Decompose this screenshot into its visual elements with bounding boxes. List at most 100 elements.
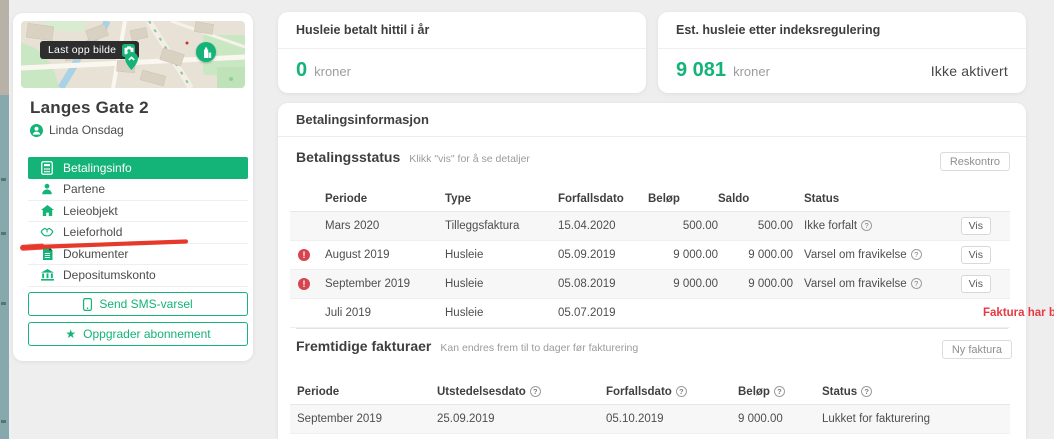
cell-belop: 500.00: [648, 211, 718, 240]
vis-button[interactable]: Vis: [961, 275, 991, 293]
help-icon[interactable]: ?: [911, 278, 922, 289]
status-text: Varsel om fravikelse: [804, 278, 907, 290]
reskontro-button[interactable]: Reskontro: [940, 152, 1010, 171]
index-status: Ikke aktivert: [931, 63, 1008, 79]
future-invoices-heading: Fremtidige fakturaer: [296, 338, 431, 354]
cell-utstedelsesdato: 25.09.2019: [437, 404, 606, 433]
sidebar-item-dokumenter[interactable]: Dokumenter: [28, 244, 248, 266]
future-invoices-hint: Kan endres frem til to dager før fakture…: [440, 342, 638, 354]
table-row: ! September 2019 Husleie 05.08.2019 9 00…: [290, 269, 1010, 298]
card-index-regulation: Est. husleie etter indeksregulering 9 08…: [658, 12, 1026, 93]
sidebar-item-label: Partene: [63, 182, 105, 196]
property-sidebar: Last opp bilde: [13, 13, 253, 361]
cell-saldo: 9 000.00: [718, 240, 793, 269]
sidebar-item-label: Betalingsinfo: [63, 161, 132, 175]
table-header-row: Periode Utstedelsesdato? Forfallsdato? B…: [290, 381, 1010, 404]
help-icon[interactable]: ?: [911, 249, 922, 260]
card-rent-paid: Husleie betalt hittil i år 0 kroner: [278, 12, 646, 93]
upgrade-label: Oppgrader abonnement: [83, 327, 210, 341]
handshake-icon: [40, 227, 54, 237]
sidebar-item-partene[interactable]: Partene: [28, 179, 248, 201]
sidebar-item-label: Leieforhold: [63, 225, 122, 239]
cell-forfallsdato: 05.10.2019: [606, 404, 738, 433]
upload-image-label: Last opp bilde: [48, 44, 116, 56]
sidebar-item-label: Dokumenter: [63, 247, 128, 261]
send-sms-button[interactable]: Send SMS-varsel: [28, 292, 248, 316]
table-row: September 2019 25.09.2019 05.10.2019 9 0…: [290, 404, 1010, 433]
col-utstedelsesdato: Utstedelsesdato?: [437, 381, 606, 404]
sidebar-item-leieobjekt[interactable]: Leieforhold Leieobjekt: [28, 201, 248, 223]
property-detail-page: Last opp bilde: [0, 0, 1054, 439]
table-row: ! August 2019 Husleie 05.09.2019 9 000.0…: [290, 240, 1010, 269]
sidebar-menu: Betalingsinfo Partene Leieforhold: [28, 157, 248, 287]
future-invoices-table: Periode Utstedelsesdato? Forfallsdato? B…: [290, 381, 1010, 439]
home-icon: [40, 205, 54, 216]
rent-paid-unit: kroner: [314, 64, 351, 79]
edge-mark: [1, 302, 6, 305]
cell-periode: Mars 2020: [325, 211, 445, 240]
payment-status-heading: Betalingsstatus: [296, 149, 400, 165]
map-pin-icon: [125, 52, 138, 70]
cell-belop: 9 000.00: [738, 433, 822, 439]
upgrade-subscription-button[interactable]: ★ Oppgrader abonnement: [28, 322, 248, 346]
col-forfallsdato: Forfallsdato: [558, 188, 648, 211]
payment-info-panel: Betalingsinformasjon Betalingsstatus Kli…: [278, 103, 1026, 439]
col-forfallsdato: Forfallsdato?: [606, 381, 738, 404]
payment-status-hint: Klikk "vis" for å se detaljer: [409, 153, 530, 165]
cell-periode: September 2019: [290, 404, 437, 433]
building-icon: [201, 47, 212, 58]
cell-forfallsdato: 05.09.2019: [558, 240, 648, 269]
col-type: Type: [445, 188, 558, 211]
vis-button[interactable]: Vis: [961, 246, 991, 264]
calculator-icon: [40, 161, 54, 175]
cell-utstedelsesdato: 26.10.2019: [437, 433, 606, 439]
phone-icon: [83, 298, 92, 311]
sidebar-item-depositumskonto[interactable]: Depositumskonto: [28, 265, 248, 287]
star-icon: ★: [65, 328, 76, 340]
cell-type: Husleie: [445, 240, 558, 269]
section-divider: [296, 328, 1008, 329]
cell-forfallsdato: 05.07.2019: [558, 298, 648, 327]
sidebar-item-betalingsinfo[interactable]: Betalingsinfo: [28, 157, 248, 179]
invoice-cancelled-text: Faktura har blitt kansellert.: [983, 307, 1054, 319]
help-icon[interactable]: ?: [774, 386, 785, 397]
index-unit: kroner: [733, 64, 770, 79]
table-header-row: Periode Type Forfallsdato Beløp Saldo St…: [290, 188, 1010, 211]
cell-saldo: 9 000.00: [718, 269, 793, 298]
help-icon[interactable]: ?: [861, 386, 872, 397]
cell-periode: September 2019: [325, 269, 445, 298]
col-status: Status: [793, 188, 940, 211]
warning-icon: !: [298, 278, 310, 290]
help-icon[interactable]: ?: [530, 386, 541, 397]
cell-belop: 9 000.00: [738, 404, 822, 433]
new-invoice-label: Ny faktura: [952, 344, 1002, 356]
new-invoice-button[interactable]: Ny faktura: [942, 340, 1012, 359]
status-text: Varsel om fravikelse: [804, 249, 907, 261]
col-periode: Periode: [325, 188, 445, 211]
page-title: Langes Gate 2: [30, 98, 149, 118]
vis-button[interactable]: Vis: [961, 217, 991, 235]
cell-type: Husleie: [445, 269, 558, 298]
col-status: Status?: [822, 381, 1010, 404]
warning-icon: !: [298, 249, 310, 261]
cell-status: Varsel om fravikelse?: [793, 269, 940, 298]
cell-status: Ikke forfalt?: [793, 211, 940, 240]
sidebar-item-label: Depositumskonto: [63, 268, 156, 282]
property-map[interactable]: Last opp bilde: [21, 21, 245, 88]
col-periode: Periode: [290, 381, 437, 404]
sidebar-item-leieforhold[interactable]: Leieforhold: [28, 222, 248, 244]
sidebar-item-label: Leieobjekt: [63, 204, 118, 218]
cell-belop: 9 000.00: [648, 240, 718, 269]
help-icon[interactable]: ?: [861, 220, 872, 231]
status-text: Ikke forfalt: [804, 220, 857, 232]
card-rent-paid-title: Husleie betalt hittil i år: [278, 12, 646, 49]
panel-title: Betalingsinformasjon: [278, 103, 1026, 137]
cell-type: Tilleggsfaktura: [445, 211, 558, 240]
help-icon[interactable]: ?: [676, 386, 687, 397]
table-row: Mars 2020 Tilleggsfaktura 15.04.2020 500…: [290, 211, 1010, 240]
cell-forfallsdato: 05.08.2019: [558, 269, 648, 298]
building-map-button[interactable]: [196, 42, 216, 62]
cell-forfallsdato: 05.11.2019: [606, 433, 738, 439]
reskontro-label: Reskontro: [950, 156, 1000, 168]
edge-mark: [1, 178, 6, 181]
